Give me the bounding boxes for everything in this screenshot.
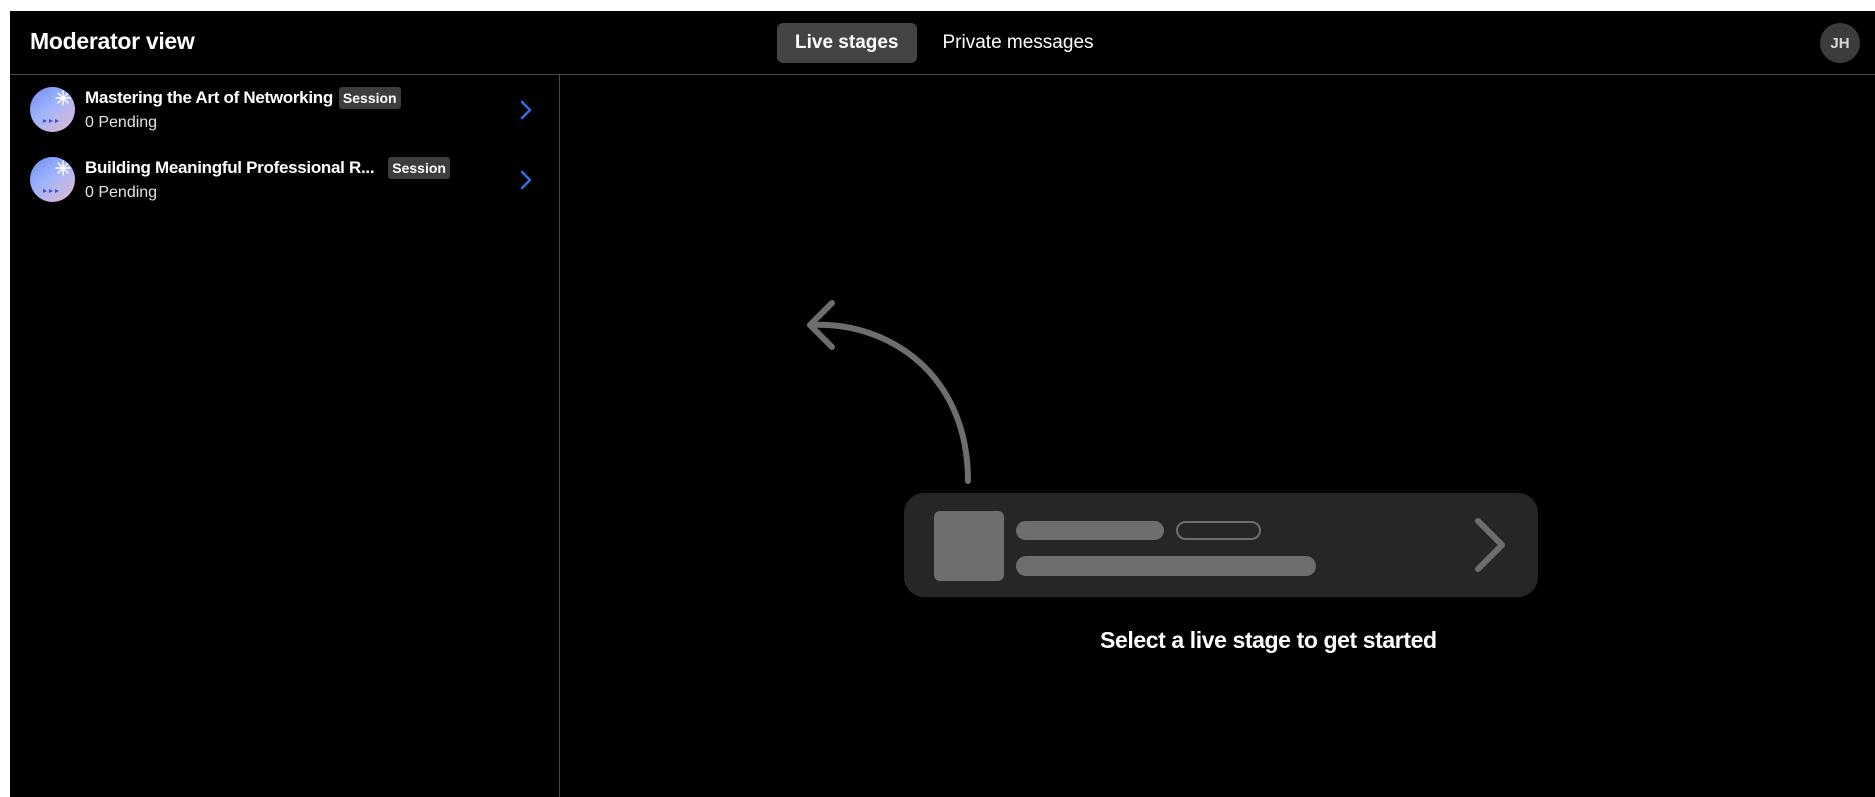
stage-title-row: Mastering the Art of Networking Session (85, 87, 401, 109)
view-tabs: Live stages Private messages (777, 23, 1112, 63)
session-badge: Session (338, 87, 401, 109)
stage-thumbnail (30, 157, 75, 202)
moderator-app: Moderator view Live stages Private messa… (10, 11, 1875, 797)
stage-title: Building Meaningful Professional R... (85, 158, 375, 177)
stage-list: Mastering the Art of Networking Session … (10, 75, 560, 797)
stage-list-item[interactable]: Mastering the Art of Networking Session … (10, 75, 559, 145)
empty-state-panel: Select a live stage to get started (560, 75, 1875, 797)
tab-live-stages[interactable]: Live stages (777, 23, 917, 63)
chevron-right-icon[interactable] (518, 98, 534, 122)
session-badge: Session (388, 157, 450, 179)
empty-state-illustration (807, 300, 1538, 597)
stage-title-row: Building Meaningful Professional R... Se… (85, 157, 450, 179)
header-bar: Moderator view Live stages Private messa… (10, 11, 1875, 75)
stage-thumbnail (30, 87, 75, 132)
sparkle-icon (43, 90, 71, 123)
placeholder-stage-card (904, 493, 1538, 597)
curved-arrow-icon (807, 300, 971, 484)
chevron-right-icon[interactable] (518, 168, 534, 192)
tab-private-messages[interactable]: Private messages (925, 23, 1112, 63)
pending-count: 0 Pending (85, 184, 158, 201)
stage-title: Mastering the Art of Networking (85, 88, 333, 107)
user-avatar[interactable]: JH (1820, 23, 1860, 63)
pending-count: 0 Pending (85, 114, 158, 131)
sparkle-icon (43, 160, 71, 193)
empty-state-caption: Select a live stage to get started (1100, 627, 1437, 653)
stage-list-item[interactable]: Building Meaningful Professional R... Se… (10, 145, 559, 215)
page-title: Moderator view (30, 28, 195, 54)
